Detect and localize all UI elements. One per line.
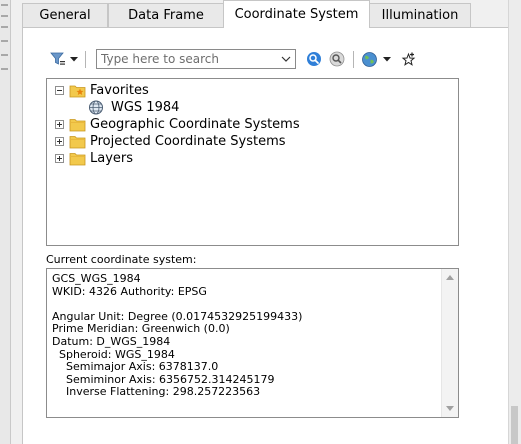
add-favorite-icon[interactable]: [398, 49, 418, 69]
collapse-icon[interactable]: [55, 86, 64, 95]
detail-line: [52, 298, 458, 311]
edge-mark: [1, 40, 8, 42]
globe-icon: [89, 100, 103, 115]
tree-node-wgs-1984[interactable]: WGS 1984: [88, 99, 181, 116]
detail-line: Datum: D_WGS_1984: [52, 334, 171, 348]
detail-line: Inverse Flattening: 298.257223563: [52, 385, 261, 399]
toolbar-separator: [85, 51, 86, 68]
expand-icon[interactable]: [55, 120, 64, 129]
tree-node-label: Favorites: [90, 83, 149, 98]
folder-icon: [69, 153, 86, 166]
tree-node-label: WGS 1984: [111, 100, 180, 115]
clear-search-icon[interactable]: [327, 49, 347, 69]
tab-illumination[interactable]: Illumination: [369, 3, 471, 27]
current-coordinate-system-label: Current coordinate system:: [46, 253, 197, 266]
search-icon[interactable]: [304, 49, 324, 69]
resize-handle[interactable]: [511, 406, 518, 444]
tree-node-label: Layers: [90, 151, 134, 166]
filter-icon[interactable]: [48, 49, 68, 69]
toolbar-separator: [353, 51, 354, 68]
edge-mark: [1, 15, 8, 17]
tab-bar: General Data Frame Coordinate System Ill…: [22, 0, 510, 28]
expand-icon[interactable]: [55, 137, 64, 146]
tab-general[interactable]: General: [22, 3, 108, 27]
tree-node-layers[interactable]: Layers: [55, 150, 133, 167]
tree-node-projected-coordinate-systems[interactable]: Projected Coordinate Systems: [55, 133, 286, 150]
tab-data-frame[interactable]: Data Frame: [108, 3, 224, 27]
detail-line: WKID: 4326 Authority: EPSG: [52, 284, 207, 298]
globe-dropdown-icon[interactable]: [381, 49, 393, 69]
folder-icon: [69, 119, 86, 132]
globe-icon[interactable]: [359, 49, 379, 69]
folder-icon: [69, 136, 86, 149]
coordinate-system-tree[interactable]: Favorites WGS 1984 Geographic Coordinate…: [46, 78, 459, 246]
edge-mark: [1, 54, 8, 56]
right-panel-edge: [508, 0, 521, 444]
search-history-dropdown-icon[interactable]: [277, 50, 295, 68]
tree-node-label: Geographic Coordinate Systems: [90, 117, 300, 132]
tree-node-favorites[interactable]: Favorites: [55, 82, 149, 99]
edge-mark: [1, 26, 8, 28]
left-panel-edge: [0, 0, 11, 444]
edge-mark: [1, 4, 8, 6]
current-coordinate-system-details[interactable]: GCS_WGS_1984 WKID: 4326 Authority: EPSG …: [46, 268, 459, 418]
tree-node-geographic-coordinate-systems[interactable]: Geographic Coordinate Systems: [55, 116, 300, 133]
detail-line: GCS_WGS_1984: [52, 272, 141, 285]
tab-coordinate-system[interactable]: Coordinate System: [223, 0, 370, 28]
details-scrollbar[interactable]: [441, 269, 458, 417]
filter-dropdown-icon[interactable]: [68, 49, 80, 69]
edge-mark: [1, 68, 8, 70]
scroll-down-icon[interactable]: [446, 406, 454, 411]
tree-node-label: Projected Coordinate Systems: [90, 134, 286, 149]
search-input[interactable]: [96, 49, 296, 69]
scroll-up-icon[interactable]: [446, 275, 454, 280]
expand-icon[interactable]: [55, 154, 64, 163]
detail-line: Semimajor Axis: 6378137.0: [52, 360, 219, 374]
favorites-folder-icon: [69, 85, 86, 98]
